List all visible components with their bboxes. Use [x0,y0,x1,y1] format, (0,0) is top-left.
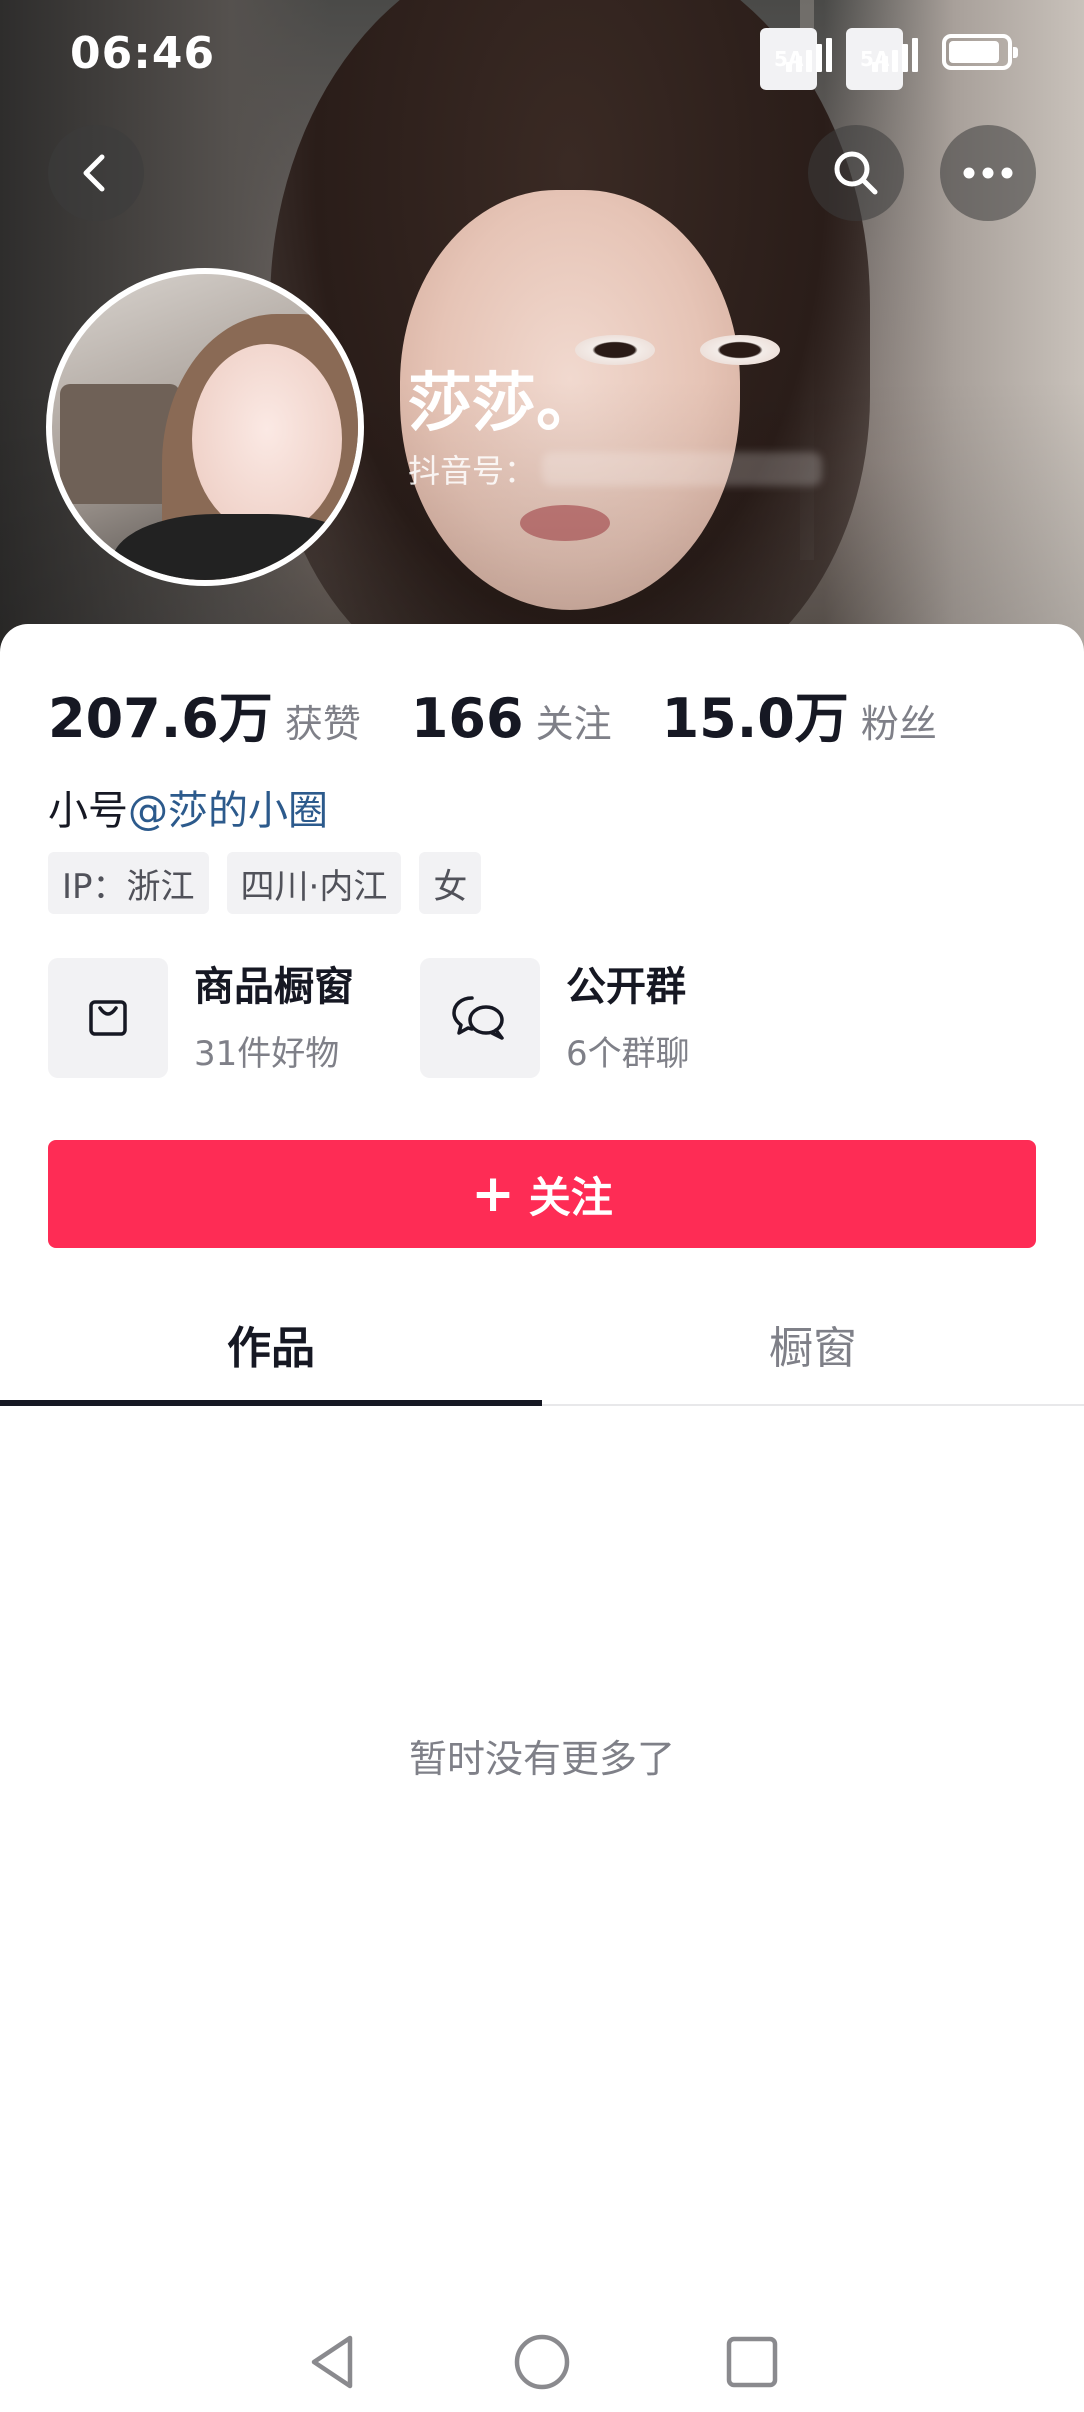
search-icon [834,151,878,195]
feature-showcase[interactable]: 商品橱窗 31件好物 [48,958,354,1078]
back-button[interactable] [48,125,144,221]
feature-title: 商品橱窗 [194,964,354,1010]
profile-tags: IP：浙江 四川·内江 女 [48,852,482,914]
feature-title: 公开群 [566,964,686,1010]
triangle-back-icon [311,2335,353,2389]
feature-subtitle: 6个群聊 [566,1034,690,1074]
stat-label: 关注 [535,702,612,746]
system-back-button[interactable] [300,2330,364,2394]
feature-subtitle: 31件好物 [194,1034,340,1074]
avatar[interactable] [46,268,364,586]
more-button[interactable] [940,125,1036,221]
tag-gender: 女 [419,852,482,914]
stats-row: 207.6万 获赞 166 关注 15.0万 粉丝 [48,674,987,753]
circle-home-icon [514,2334,570,2390]
signal-sim1-icon: 5A [760,28,832,90]
battery-icon [942,34,1018,70]
profile-page: 06:46 5A 5A 莎莎。 抖音号： 207.6万 获赞 166 关注 15… [0,0,1084,2412]
search-button[interactable] [808,125,904,221]
feature-entries: 商品橱窗 31件好物 公开群 6个群聊 [48,958,690,1078]
system-recents-button[interactable] [720,2330,784,2394]
empty-state-message: 暂时没有更多了 [408,1737,675,1781]
system-nav-bar [0,2316,1084,2412]
feature-group-chat[interactable]: 公开群 6个群聊 [420,958,690,1078]
more-dots-icon [963,167,1013,179]
stat-following[interactable]: 166 关注 [411,687,612,750]
stat-label: 获赞 [284,702,361,746]
signal-sim2-icon: 5A [846,28,918,90]
tag-location: 四川·内江 [226,852,402,914]
douyin-id-value-blurred [542,452,823,486]
stat-label: 粉丝 [860,702,937,746]
tag-ip: IP：浙江 [48,852,209,914]
stat-likes[interactable]: 207.6万 获赞 [48,674,361,753]
shopping-bag-icon [48,958,168,1078]
plus-icon: + [471,1164,515,1224]
profile-name: 莎莎。 [408,367,600,441]
profile-card: 207.6万 获赞 166 关注 15.0万 粉丝 小号@莎的小圈 IP：浙江 … [0,624,1084,2412]
douyin-id-label: 抖音号： [408,452,537,490]
stat-value: 166 [410,687,524,750]
chevron-left-icon [83,154,105,192]
stat-value: 15.0万 [661,687,849,750]
follow-button[interactable]: + 关注 [48,1140,1036,1248]
bio: 小号@莎的小圈 [48,778,328,836]
bio-mention-link[interactable]: @莎的小圈 [128,788,328,834]
follow-button-label: 关注 [528,1172,613,1222]
status-time: 06:46 [70,28,216,79]
stat-value: 207.6万 [48,687,273,750]
content-tabs: 作品 橱窗 [0,1284,1084,1406]
system-home-button[interactable] [510,2330,574,2394]
stat-followers[interactable]: 15.0万 粉丝 [662,674,937,753]
status-bar: 06:46 5A 5A [0,0,1084,110]
tab-works[interactable]: 作品 [0,1284,542,1406]
status-icons: 5A 5A [760,28,1018,90]
square-recents-icon [726,2336,778,2388]
chat-bubbles-icon [420,958,540,1078]
bio-prefix: 小号 [48,788,128,834]
tab-showcase[interactable]: 橱窗 [542,1284,1084,1404]
douyin-id[interactable]: 抖音号： [408,446,823,492]
